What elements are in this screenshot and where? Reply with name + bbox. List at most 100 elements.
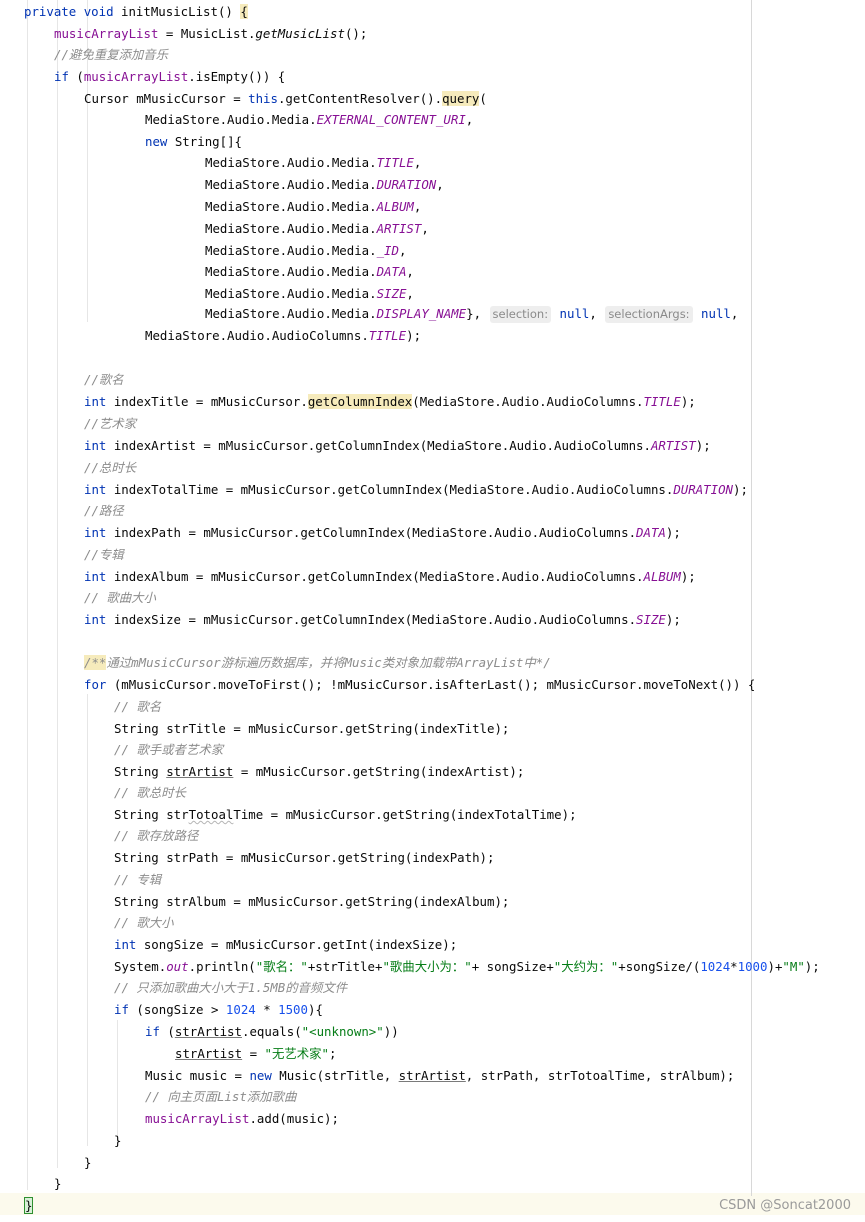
- method-highlight: getColumnIndex: [307, 394, 413, 409]
- constant-token: _ID: [376, 243, 399, 258]
- right-margin-guide: [751, 0, 752, 1196]
- string-token: "歌名：": [255, 959, 308, 974]
- code-text: .add(music);: [249, 1111, 339, 1126]
- method-token: getMusicList: [255, 26, 345, 41]
- code-text: =: [242, 1046, 265, 1061]
- constant-token: TITLE: [368, 328, 407, 343]
- code-text: +songSize/(: [618, 959, 701, 974]
- string-token: "大约为：": [553, 959, 619, 974]
- code-text: String str: [114, 807, 189, 822]
- code-line: musicArrayList = MusicList.getMusicList(…: [54, 23, 367, 45]
- code-text: indexAlbum = mMusicCursor.getColumnIndex…: [106, 569, 644, 584]
- code-line: MediaStore.Audio.Media.ALBUM,: [205, 196, 421, 218]
- comment-line: //专辑: [84, 547, 124, 562]
- number-token: 1500: [278, 1002, 308, 1017]
- code-text: = MusicList.: [158, 26, 256, 41]
- code-line: musicArrayList.add(music);: [145, 1108, 339, 1130]
- doc-comment-start: /**: [84, 655, 107, 670]
- code-line: MediaStore.Audio.Media._ID,: [205, 240, 406, 262]
- comment-line: //总时长: [84, 460, 137, 475]
- code-text: ,: [589, 306, 605, 321]
- keyword-token: private: [24, 4, 77, 19]
- code-text: );: [804, 959, 820, 974]
- comment-line: // 专辑: [114, 872, 162, 887]
- keyword-token: void: [83, 4, 114, 19]
- constant-token: ALBUM: [376, 199, 414, 214]
- code-text: String[]{: [167, 134, 242, 149]
- code-text: Time = mMusicCursor.getString(indexTotal…: [233, 807, 577, 822]
- code-text: MediaStore.Audio.AudioColumns.: [145, 328, 369, 343]
- constant-token: DURATION: [376, 177, 437, 192]
- code-editor[interactable]: private void initMusicList() { musicArra…: [0, 0, 865, 1222]
- comment-line: // 歌大小: [114, 915, 174, 930]
- code-line: MediaStore.Audio.Media.DATA,: [205, 261, 414, 283]
- code-line: if (songSize > 1024 * 1500){: [114, 999, 323, 1021]
- keyword-token: int: [84, 569, 107, 584]
- keyword-token: if: [54, 69, 69, 84]
- code-text: ,: [421, 221, 429, 236]
- code-text: );: [665, 525, 681, 540]
- watermark: CSDN @Soncat2000: [719, 1198, 851, 1213]
- code-line: new String[]{: [145, 131, 242, 153]
- comment-line: // 歌存放路径: [114, 828, 199, 843]
- constant-token: DATA: [376, 264, 407, 279]
- code-line: int indexTitle = mMusicCursor.getColumnI…: [84, 391, 696, 413]
- code-line: int indexSize = mMusicCursor.getColumnIn…: [84, 609, 681, 631]
- code-text: MediaStore.Audio.Media.: [205, 243, 377, 258]
- indent-guide: [57, 0, 58, 1168]
- comment-line: //艺术家: [84, 416, 137, 431]
- code-text: );: [733, 482, 748, 497]
- keyword-token: this: [248, 91, 278, 106]
- code-line: String strAlbum = mMusicCursor.getString…: [114, 894, 510, 909]
- code-text: *: [255, 1002, 279, 1017]
- constant-token: ARTIST: [650, 438, 696, 453]
- code-text: ,: [406, 264, 414, 279]
- code-text: ();: [344, 26, 368, 41]
- code-text: Music(strTitle,: [271, 1068, 399, 1083]
- code-line: MediaStore.Audio.Media.DURATION,: [205, 174, 444, 196]
- code-line: String strPath = mMusicCursor.getString(…: [114, 850, 495, 865]
- comment-line: // 只添加歌曲大小大于1.5MB的音频文件: [114, 980, 348, 995]
- static-field-token: out: [166, 959, 189, 974]
- code-line: MediaStore.Audio.Media.ARTIST,: [205, 218, 429, 240]
- number-token: 1000: [737, 959, 768, 974]
- code-text: ,: [413, 199, 422, 214]
- keyword-token: new: [249, 1068, 272, 1083]
- code-text: indexTotalTime = mMusicCursor.getColumnI…: [106, 482, 674, 497]
- keyword-token: if: [145, 1024, 160, 1039]
- method-highlight: query: [442, 91, 480, 106]
- code-text: indexSize = mMusicCursor.getColumnIndex(…: [106, 612, 637, 627]
- keyword-token: if: [114, 1002, 129, 1017]
- reassigned-variable: strArtist: [166, 764, 234, 779]
- code-text: (: [159, 1024, 175, 1039]
- number-token: 1024: [700, 959, 731, 974]
- comment-line: // 歌名: [114, 699, 162, 714]
- code-text: ,: [406, 286, 414, 301]
- keyword-token: null: [701, 306, 731, 321]
- matched-brace-cursor: }: [24, 1197, 34, 1214]
- keyword-token: int: [84, 438, 107, 453]
- code-text: indexTitle = mMusicCursor.: [106, 394, 308, 409]
- code-text: ;: [329, 1046, 337, 1061]
- keyword-token: null: [559, 306, 590, 321]
- keyword-token: int: [84, 482, 107, 497]
- keyword-token: int: [84, 612, 107, 627]
- code-text: (songSize >: [128, 1002, 226, 1017]
- parameter-hint: selectionArgs:: [605, 306, 693, 323]
- code-text: + songSize+: [471, 959, 554, 974]
- code-line: for (mMusicCursor.moveToFirst(); !mMusic…: [84, 674, 755, 696]
- code-text: .isEmpty()) {: [188, 69, 286, 84]
- code-text: MediaStore.Audio.Media.: [205, 264, 377, 279]
- code-text: initMusicList(): [121, 4, 241, 19]
- code-text: indexArtist = mMusicCursor.getColumnInde…: [106, 438, 651, 453]
- code-text: );: [680, 394, 696, 409]
- code-line: private void initMusicList() {: [24, 1, 248, 23]
- reassigned-variable: strArtist: [398, 1068, 466, 1083]
- constant-token: SIZE: [636, 612, 666, 627]
- code-text: Music music =: [145, 1068, 250, 1083]
- comment-line: // 歌总时长: [114, 785, 186, 800]
- code-text: );: [680, 569, 696, 584]
- code-line: System.out.println("歌名："+strTitle+"歌曲大小为…: [114, 956, 820, 978]
- code-line: Music music = new Music(strTitle, strArt…: [145, 1065, 734, 1087]
- code-line: int indexArtist = mMusicCursor.getColumn…: [84, 435, 711, 457]
